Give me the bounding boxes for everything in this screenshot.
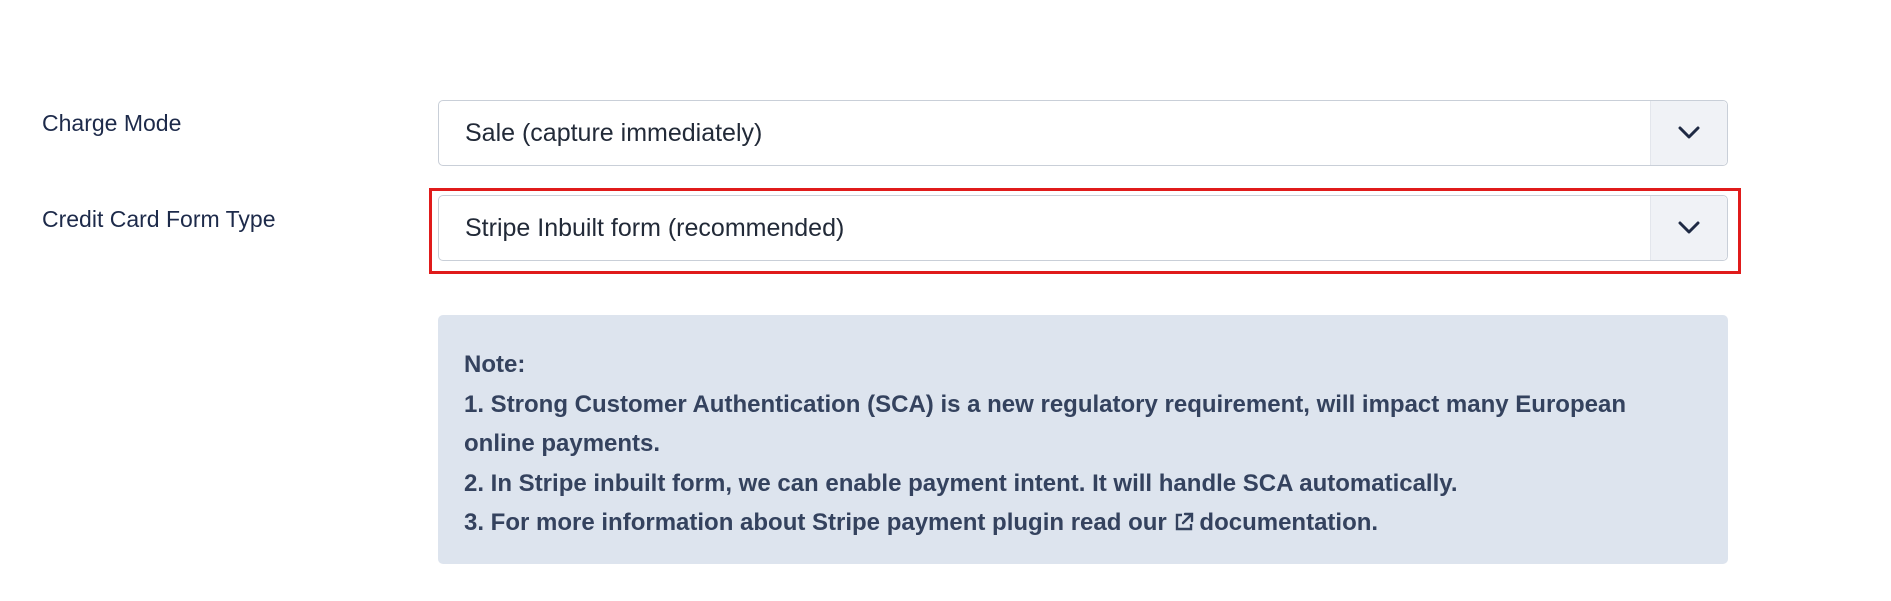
charge-mode-select[interactable]: Sale (capture immediately): [438, 100, 1728, 166]
highlight-box: [429, 188, 1741, 274]
chevron-down-icon[interactable]: [1650, 101, 1727, 165]
charge-mode-label: Charge Mode: [42, 110, 182, 136]
external-link-icon: [1173, 506, 1195, 546]
note-line-1: 1. Strong Customer Authentication (SCA) …: [464, 390, 1626, 458]
card-form-type-label: Credit Card Form Type: [42, 206, 276, 232]
charge-mode-value: Sale (capture immediately): [465, 118, 763, 147]
documentation-link-label[interactable]: documentation.: [1199, 509, 1378, 536]
note-heading: Note:: [464, 351, 526, 378]
documentation-link[interactable]: documentation.: [1173, 509, 1378, 536]
note-line-2: 2. In Stripe inbuilt form, we can enable…: [464, 469, 1458, 497]
note-line-3: 3. For more information about Stripe pay…: [464, 503, 1702, 546]
note-box: Note: 1. Strong Customer Authentication …: [438, 315, 1728, 564]
note-line-3-text: 3. For more information about Stripe pay…: [464, 509, 1167, 536]
